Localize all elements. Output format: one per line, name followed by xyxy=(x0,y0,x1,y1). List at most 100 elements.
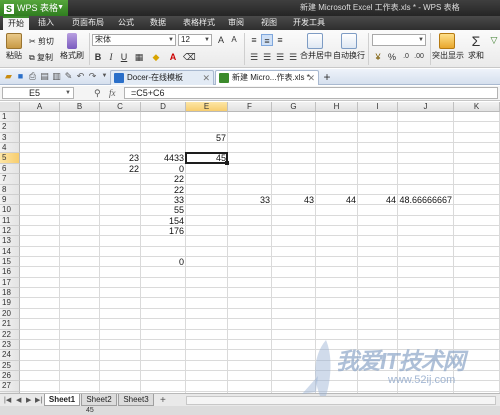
zoom-icon[interactable]: ⚲ xyxy=(94,87,101,99)
cell-e3[interactable]: 57 xyxy=(186,133,228,143)
column-header-f[interactable]: F xyxy=(228,102,272,112)
column-header-a[interactable]: A xyxy=(20,102,60,112)
menu-tab-formulas[interactable]: 公式 xyxy=(118,16,134,30)
currency-icon[interactable]: ¥ xyxy=(372,51,384,63)
row-header-27[interactable]: 27 xyxy=(0,381,20,392)
sheet-tab-sheet2[interactable]: Sheet2 xyxy=(81,394,117,406)
italic-icon[interactable]: I xyxy=(105,51,117,63)
menu-tab-insert[interactable]: 插入 xyxy=(38,16,54,30)
cell-d6[interactable]: 0 xyxy=(141,164,186,174)
copy-button[interactable]: ⧉ 复制 xyxy=(29,52,53,63)
row-header-6[interactable]: 6 xyxy=(0,163,20,175)
fill-color-icon[interactable]: ◆ xyxy=(150,51,162,63)
underline-icon[interactable]: U xyxy=(118,51,130,63)
prev-sheet-icon[interactable]: ◀ xyxy=(16,395,21,406)
row-header-17[interactable]: 17 xyxy=(0,277,20,289)
row-header-9[interactable]: 9 xyxy=(0,194,20,206)
row-header-26[interactable]: 26 xyxy=(0,371,20,382)
align-center-icon[interactable]: ☰ xyxy=(261,51,273,63)
row-header-10[interactable]: 10 xyxy=(0,205,20,216)
column-header-g[interactable]: G xyxy=(272,102,316,112)
cell-c6[interactable]: 22 xyxy=(100,164,141,174)
close-icon[interactable]: ✕ xyxy=(202,71,210,85)
cell-g9[interactable]: 43 xyxy=(272,195,316,205)
row-header-2[interactable]: 2 xyxy=(0,122,20,133)
paste-button[interactable]: 粘贴 xyxy=(2,33,26,61)
print-icon[interactable]: ⎙ xyxy=(27,71,38,82)
row-header-24[interactable]: 24 xyxy=(0,350,20,361)
next-sheet-icon[interactable]: ▶ xyxy=(26,395,31,406)
align-left-icon[interactable]: ☰ xyxy=(248,51,260,63)
wrap-text-button[interactable]: 自动换行 xyxy=(333,33,365,61)
highlight-button[interactable]: 突出显示 xyxy=(432,33,464,61)
menu-tab-table-style[interactable]: 表格样式 xyxy=(183,16,215,30)
row-header-25[interactable]: 25 xyxy=(0,360,20,371)
cell-d7[interactable]: 22 xyxy=(141,174,186,184)
row-header-1[interactable]: 1 xyxy=(0,112,20,123)
number-format-select[interactable]: ▼ xyxy=(372,34,426,46)
row-header-8[interactable]: 8 xyxy=(0,184,20,195)
column-header-h[interactable]: H xyxy=(316,102,358,112)
row-header-20[interactable]: 20 xyxy=(0,308,20,320)
app-menu-button[interactable]: S WPS 表格 ▼ xyxy=(0,0,68,16)
last-sheet-icon[interactable]: ▶| xyxy=(35,395,42,406)
distributed-align-icon[interactable]: ☰ xyxy=(287,51,299,63)
sheet-tab-sheet3[interactable]: Sheet3 xyxy=(118,394,154,406)
select-all-corner[interactable] xyxy=(0,102,20,112)
cell-f9[interactable]: 33 xyxy=(228,195,272,205)
sheet-tab-sheet1[interactable]: Sheet1 xyxy=(44,394,80,406)
column-header-k[interactable]: K xyxy=(454,102,500,112)
row-header-12[interactable]: 12 xyxy=(0,225,20,237)
menu-tab-view[interactable]: 视图 xyxy=(261,16,277,30)
first-sheet-icon[interactable]: |◀ xyxy=(4,395,11,406)
name-box[interactable]: E5 xyxy=(2,87,74,99)
percent-button[interactable]: % xyxy=(386,51,398,63)
row-header-15[interactable]: 15 xyxy=(0,257,20,268)
export-pdf-icon[interactable]: ▥ xyxy=(51,71,62,82)
insert-function-button[interactable]: fx xyxy=(109,87,116,99)
menu-tab-developer[interactable]: 开发工具 xyxy=(293,16,325,30)
column-header-e[interactable]: E xyxy=(186,102,228,112)
menu-tab-review[interactable]: 审阅 xyxy=(228,16,244,30)
align-right-icon[interactable]: ☰ xyxy=(274,51,286,63)
row-header-23[interactable]: 23 xyxy=(0,339,20,351)
row-header-13[interactable]: 13 xyxy=(0,236,20,247)
close-icon[interactable]: ✕ xyxy=(307,71,315,85)
clear-format-icon[interactable]: ⌫ xyxy=(183,51,196,63)
chevron-down-icon[interactable]: ▼ xyxy=(65,87,71,99)
spreadsheet-grid[interactable]: ABCDEFGHIJK 1 2 3 4 5 6 7 8 9 10 11 12 13 14 15 16 17 18 1… xyxy=(0,102,500,393)
row-header-22[interactable]: 22 xyxy=(0,329,20,340)
column-header-d[interactable]: D xyxy=(141,102,186,112)
row-header-18[interactable]: 18 xyxy=(0,288,20,299)
row-header-16[interactable]: 16 xyxy=(0,267,20,278)
decrease-font-icon[interactable]: A xyxy=(228,34,240,46)
column-header-b[interactable]: B xyxy=(60,102,100,112)
cell-d15[interactable]: 0 xyxy=(141,257,186,267)
cut-button[interactable]: ✂ 剪切 xyxy=(29,36,54,47)
filter-icon[interactable]: ▽ xyxy=(488,34,500,46)
align-middle-icon[interactable]: ≡ xyxy=(261,34,273,46)
decimal-decrease-icon[interactable]: .00 xyxy=(413,51,425,63)
bold-icon[interactable]: B xyxy=(92,51,104,63)
sum-button[interactable]: Σ 求和 xyxy=(464,33,488,61)
fill-handle[interactable] xyxy=(225,160,229,165)
align-top-icon[interactable]: ≡ xyxy=(248,34,260,46)
column-header-i[interactable]: I xyxy=(358,102,398,112)
spellcheck-icon[interactable]: ✎ xyxy=(63,71,74,82)
font-size-select[interactable]: 12 ▼ xyxy=(178,34,212,46)
cell-i9[interactable]: 44 xyxy=(358,195,398,205)
format-painter-button[interactable]: 格式刷 xyxy=(58,33,86,61)
align-bottom-icon[interactable]: ≡ xyxy=(274,34,286,46)
doc-tab-active-workbook[interactable]: 新建 Micro...作表.xls * ✕ xyxy=(215,70,319,85)
undo-icon[interactable]: ↶ xyxy=(75,71,86,82)
menu-tab-home[interactable]: 开始 xyxy=(3,16,29,30)
redo-icon[interactable]: ↷ xyxy=(87,71,98,82)
row-header-11[interactable]: 11 xyxy=(0,215,20,226)
column-header-j[interactable]: J xyxy=(398,102,454,112)
row-header-21[interactable]: 21 xyxy=(0,319,20,330)
chevron-down-icon[interactable]: ▼ xyxy=(99,71,110,82)
merge-center-button[interactable]: 合并居中 xyxy=(300,33,332,61)
cell-d8[interactable]: 22 xyxy=(141,185,186,195)
active-cell-selection[interactable] xyxy=(185,152,228,164)
row-header-3[interactable]: 3 xyxy=(0,132,20,144)
